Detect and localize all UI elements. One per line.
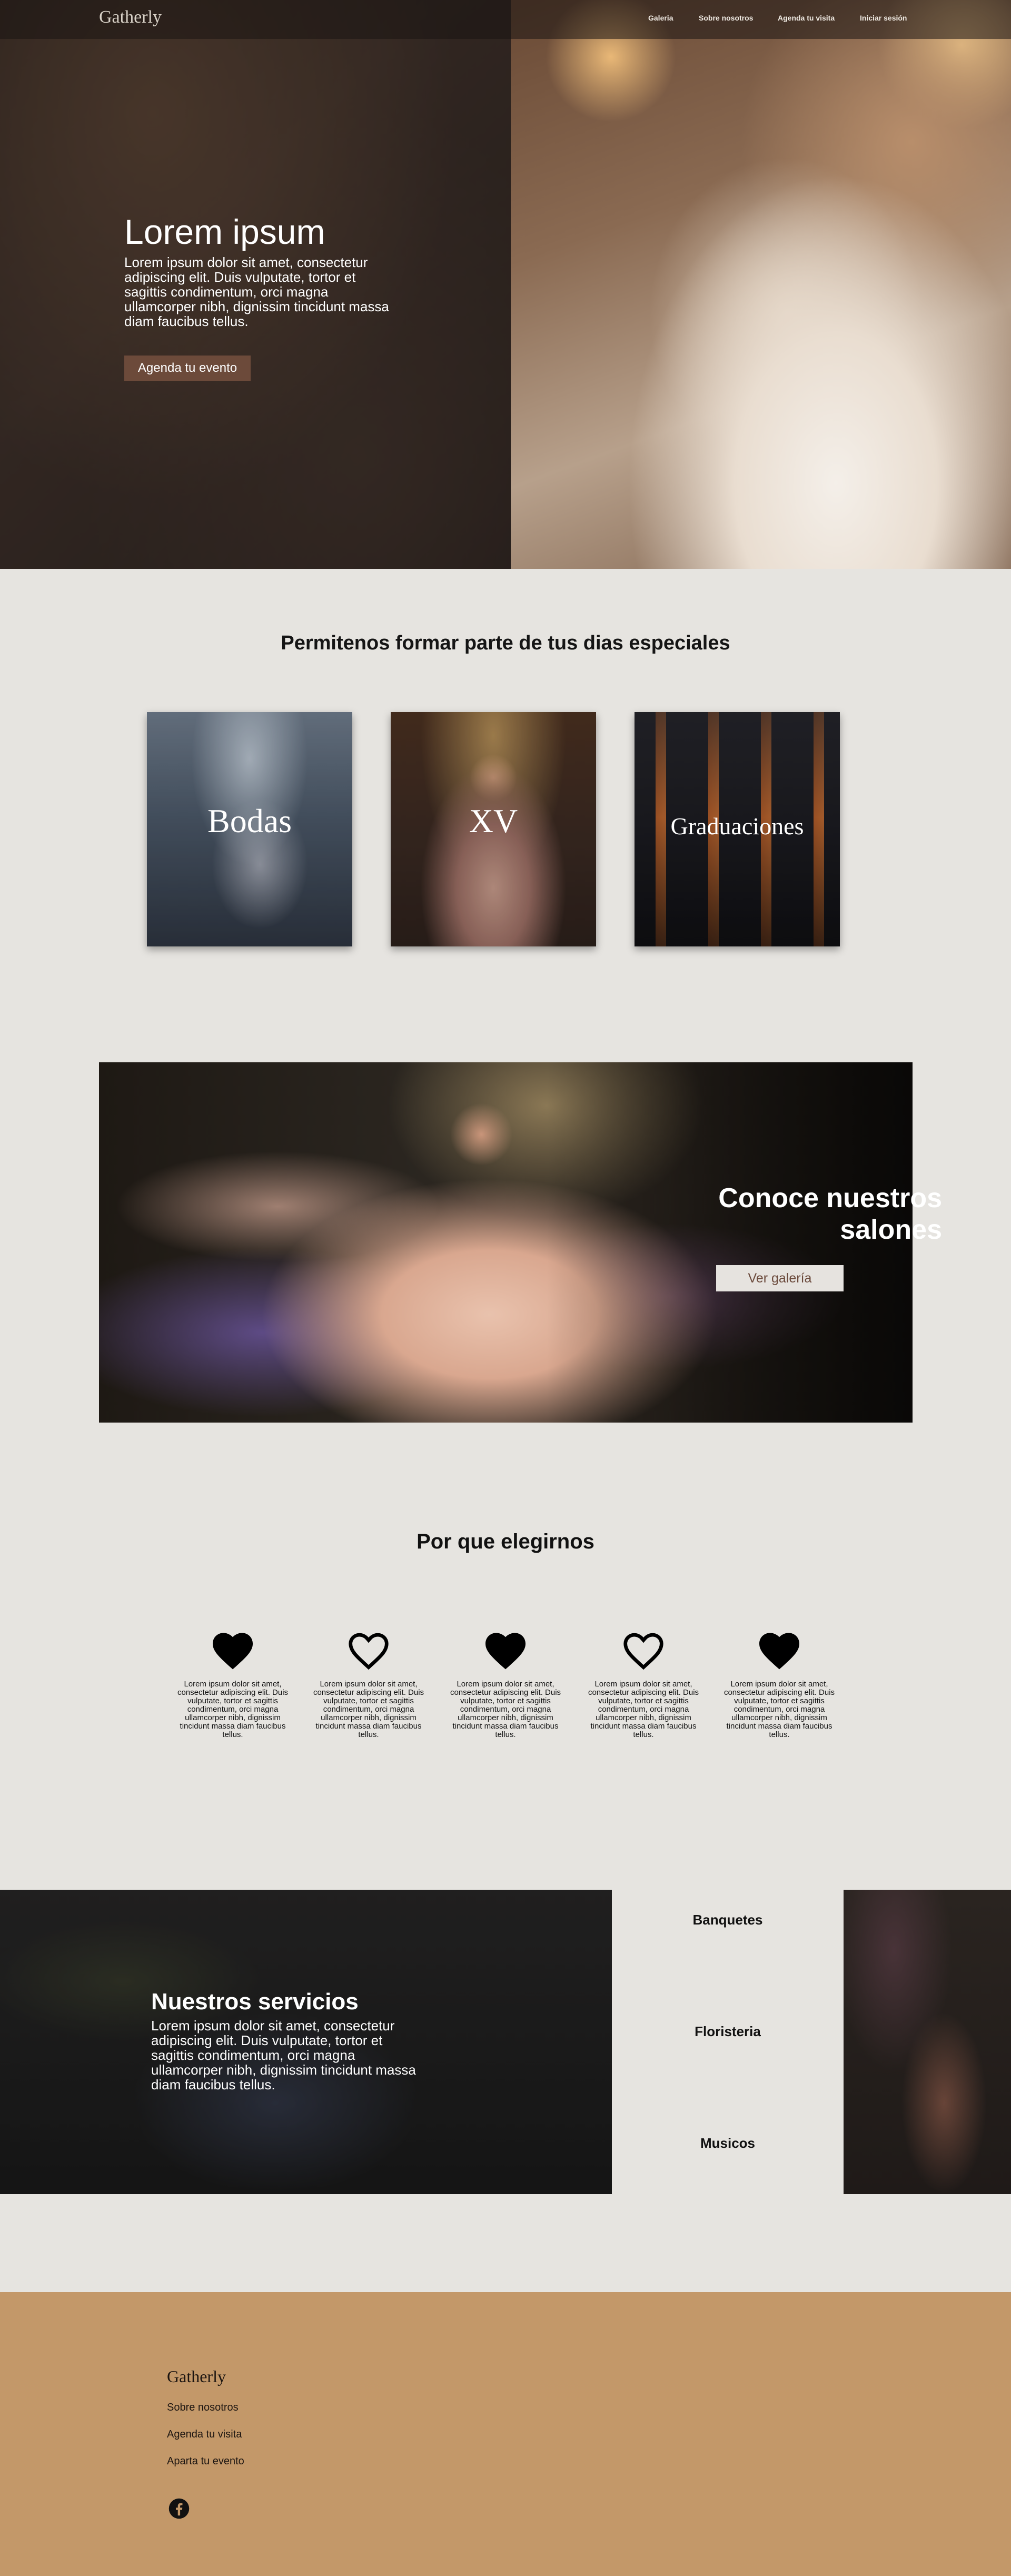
footer-link-sobre-nosotros[interactable]: Sobre nosotros (167, 2402, 239, 2414)
why-us-heading: Por que elegirnos (417, 1530, 594, 1553)
services-heading: Nuestros servicios (151, 1989, 359, 2015)
card-label-graduaciones: Graduaciones (670, 813, 804, 840)
facebook-icon[interactable] (168, 2498, 190, 2520)
hero-couple-photo (511, 0, 1011, 569)
salones-heading: Conoce nuestros salones (718, 1183, 942, 1245)
feature-text: Lorem ipsum dolor sit amet, consectetur … (450, 1680, 561, 1739)
feature-text: Lorem ipsum dolor sit amet, consectetur … (723, 1680, 835, 1739)
hero-title: Lorem ipsum (124, 212, 325, 251)
feature-item: Lorem ipsum dolor sit amet, consectetur … (175, 1627, 291, 1739)
service-musicos[interactable]: Musicos (612, 2135, 844, 2151)
feature-text: Lorem ipsum dolor sit amet, consectetur … (313, 1680, 424, 1739)
brand-logo[interactable]: Gatherly (99, 7, 162, 27)
top-navbar: Gatherly Galeria Sobre nosotros Agenda t… (0, 0, 1011, 39)
feature-item: Lorem ipsum dolor sit amet, consectetur … (448, 1627, 563, 1739)
ver-galeria-button[interactable]: Ver galería (716, 1265, 844, 1291)
nav-link-galeria[interactable]: Galeria (648, 14, 673, 22)
nav-link-sobre-nosotros[interactable]: Sobre nosotros (699, 14, 753, 22)
services-description: Lorem ipsum dolor sit amet, consectetur … (151, 2018, 416, 2093)
special-days-heading: Permitenos formar parte de tus dias espe… (281, 632, 730, 654)
feature-text: Lorem ipsum dolor sit amet, consectetur … (177, 1680, 289, 1739)
feature-item: Lorem ipsum dolor sit amet, consectetur … (721, 1627, 837, 1739)
feature-text: Lorem ipsum dolor sit amet, consectetur … (588, 1680, 699, 1739)
nav-link-agenda-tu-visita[interactable]: Agenda tu visita (778, 14, 835, 22)
heart-filled-icon (759, 1633, 800, 1670)
footer-brand-logo[interactable]: Gatherly (167, 2367, 226, 2386)
heart-filled-icon (485, 1633, 526, 1670)
heart-filled-icon (212, 1633, 253, 1670)
footer-link-aparta-tu-evento[interactable]: Aparta tu evento (167, 2455, 244, 2468)
services-side-photo (844, 1890, 1011, 2194)
card-bodas[interactable]: Bodas (147, 712, 352, 946)
hero-description: Lorem ipsum dolor sit amet, consectetur … (124, 254, 389, 329)
heart-outline-icon (623, 1633, 663, 1670)
card-xv[interactable]: XV (391, 712, 596, 946)
heart-outline-icon (349, 1633, 389, 1670)
footer (0, 2292, 1011, 2576)
service-floristeria[interactable]: Floristeria (612, 2024, 844, 2040)
nav-link-iniciar-sesion[interactable]: Iniciar sesión (860, 14, 907, 22)
footer-link-agenda-tu-visita[interactable]: Agenda tu visita (167, 2429, 242, 2441)
service-banquetes[interactable]: Banquetes (612, 1912, 844, 1928)
agenda-evento-button[interactable]: Agenda tu evento (124, 356, 251, 381)
card-graduaciones[interactable]: Graduaciones (635, 712, 840, 946)
feature-item: Lorem ipsum dolor sit amet, consectetur … (311, 1627, 427, 1739)
card-label-bodas: Bodas (207, 802, 292, 840)
card-label-xv: XV (469, 802, 518, 840)
feature-item: Lorem ipsum dolor sit amet, consectetur … (586, 1627, 701, 1739)
